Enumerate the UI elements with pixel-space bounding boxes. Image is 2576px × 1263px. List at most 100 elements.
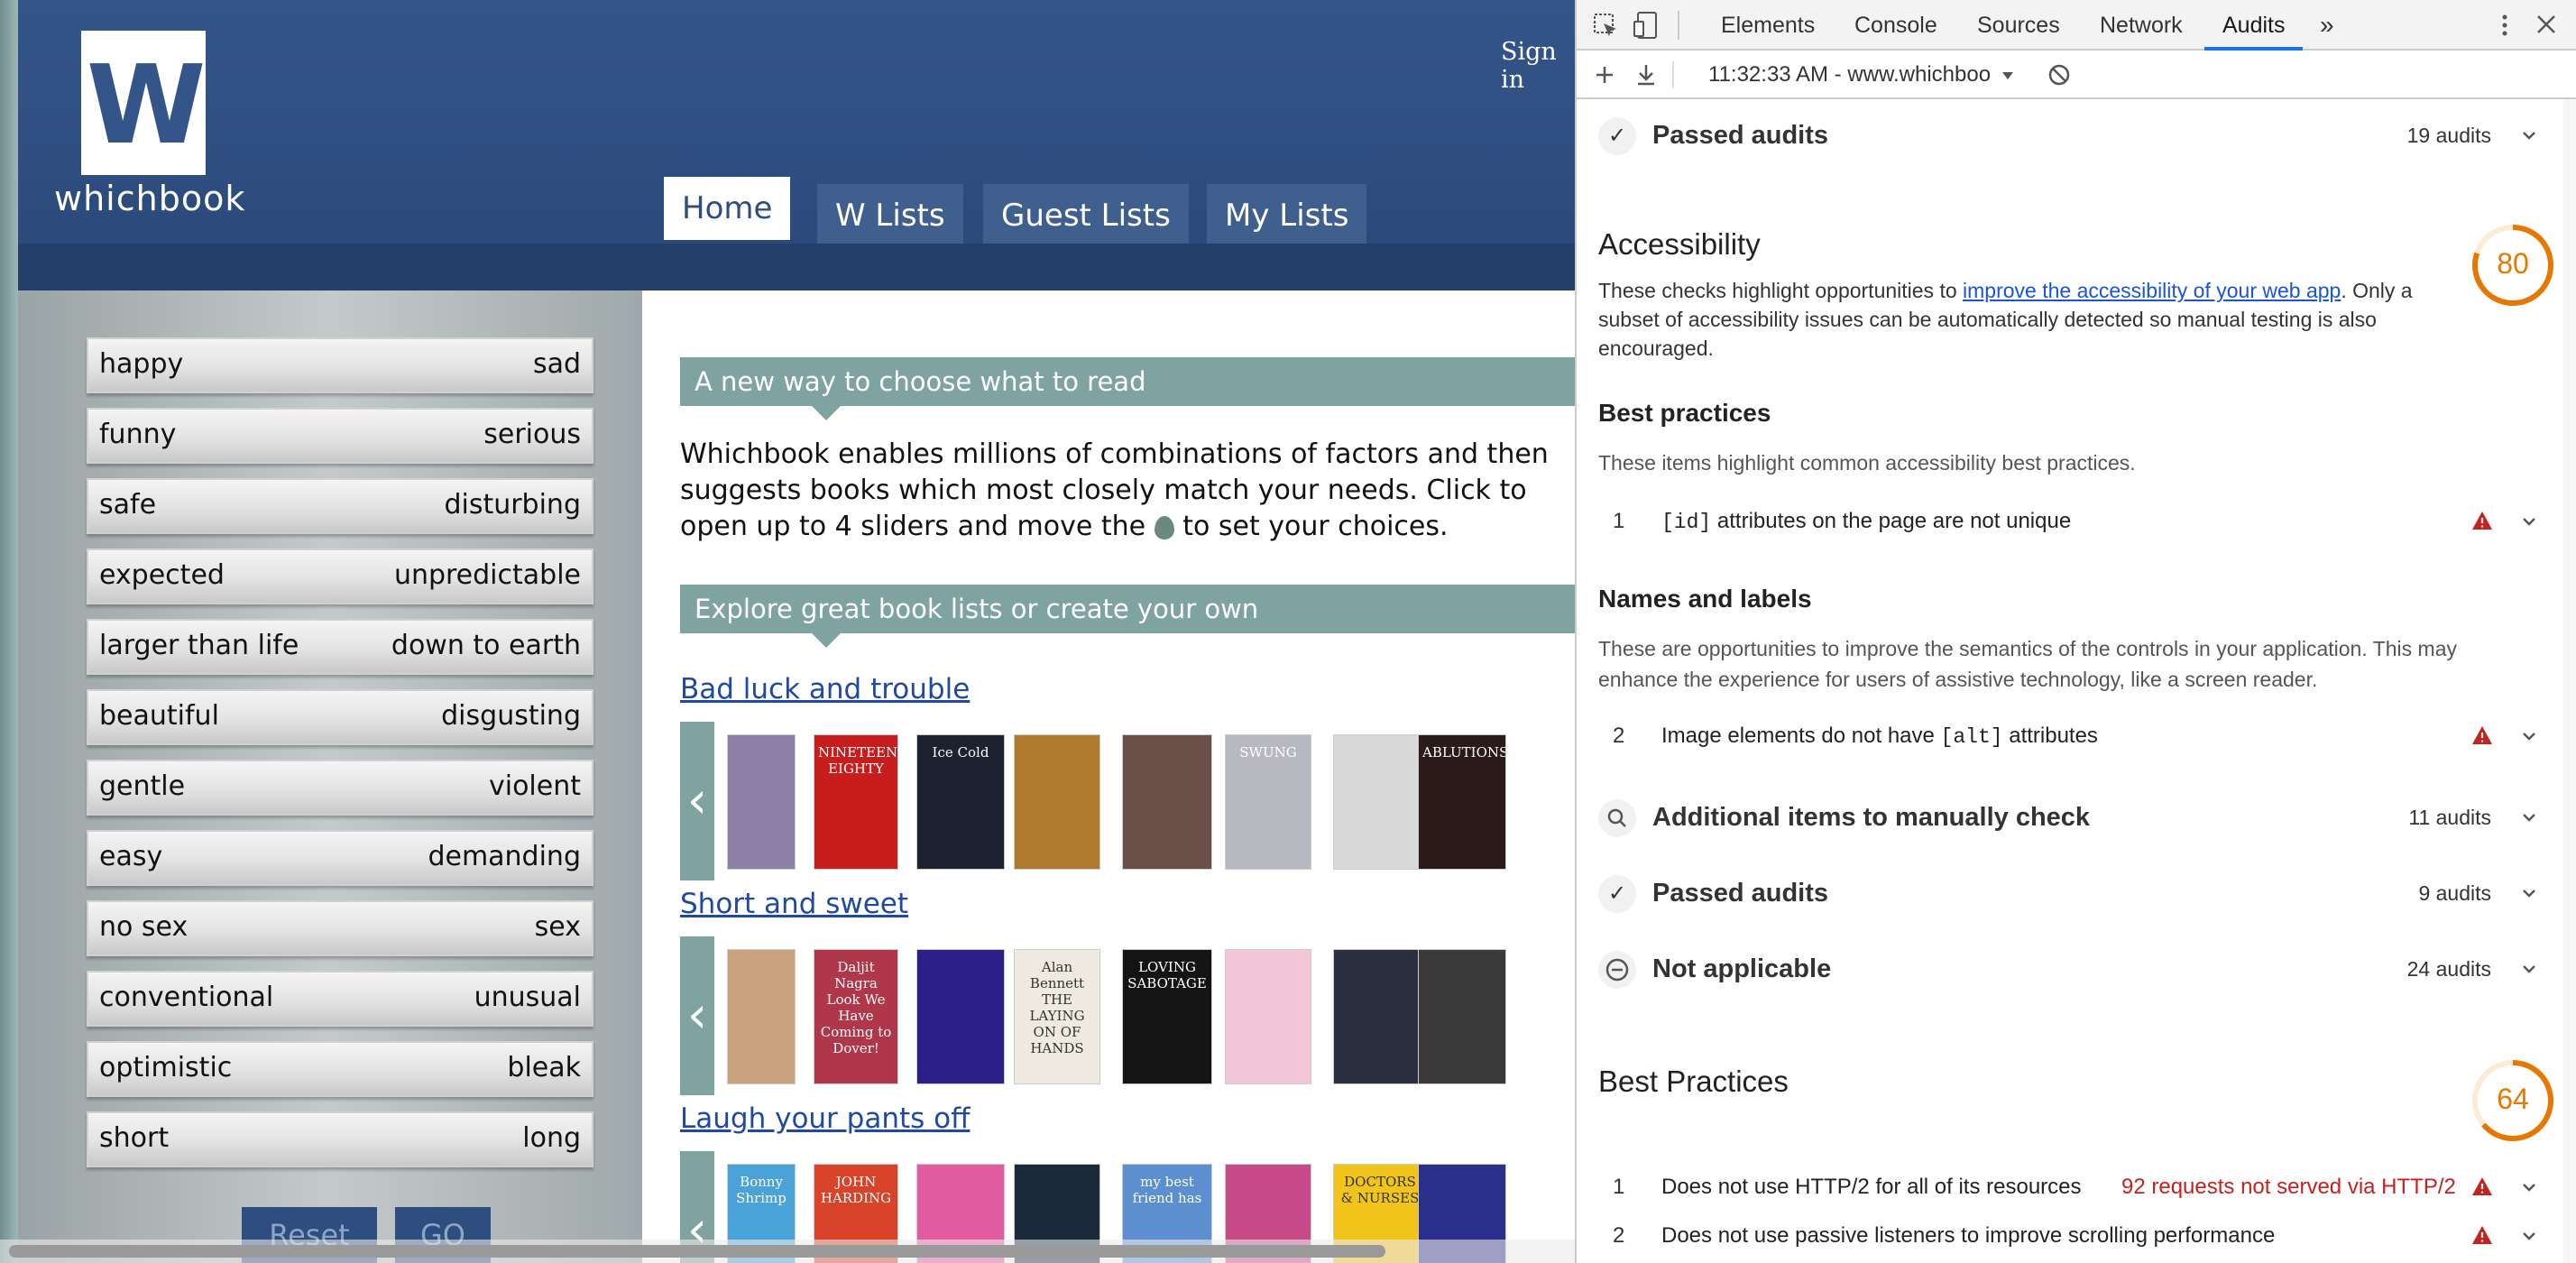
passed-audits-group[interactable]: ✓ Passed audits 19 audits bbox=[1598, 99, 2554, 171]
slider-row[interactable]: expected unpredictable bbox=[87, 549, 593, 604]
audit-id-unique[interactable]: 1 [id] attributes on the page are not un… bbox=[1598, 496, 2554, 547]
tab-audits[interactable]: Audits bbox=[2204, 0, 2304, 51]
slider-right-label: violent bbox=[488, 770, 581, 802]
slider-row[interactable]: happy sad bbox=[87, 337, 593, 393]
slider-left-label: funny bbox=[99, 419, 177, 450]
book-cover[interactable] bbox=[1225, 949, 1311, 1084]
book-cover[interactable] bbox=[1014, 734, 1100, 870]
checkmark-icon: ✓ bbox=[1598, 117, 1636, 155]
book-cover[interactable]: LOVING SABOTAGE bbox=[1122, 949, 1212, 1084]
passed-audits-group-2[interactable]: ✓ Passed audits 9 audits bbox=[1598, 857, 2554, 929]
book-cover[interactable] bbox=[916, 949, 1005, 1084]
book-cover[interactable] bbox=[1333, 949, 1427, 1084]
kebab-menu-icon[interactable] bbox=[2489, 11, 2520, 40]
book-cover[interactable]: SWUNG bbox=[1225, 734, 1311, 870]
intro-text: Whichbook enables millions of combinatio… bbox=[680, 437, 1564, 545]
chevron-down-icon[interactable] bbox=[2520, 1178, 2538, 1196]
book-list-title[interactable]: Laugh your pants off bbox=[680, 1102, 970, 1135]
tab-divider bbox=[1678, 11, 1679, 40]
nav-tab-my-lists[interactable]: My Lists bbox=[1207, 184, 1367, 247]
not-applicable-group[interactable]: Not applicable 24 audits bbox=[1598, 933, 2554, 1005]
book-cover[interactable] bbox=[727, 949, 796, 1084]
best-practices-title: Best Practices bbox=[1598, 1065, 1789, 1098]
manual-check-group[interactable]: Additional items to manually check 11 au… bbox=[1598, 781, 2554, 853]
chevron-down-icon[interactable] bbox=[2520, 960, 2538, 978]
carousel-prev-arrow-icon[interactable]: ‹ bbox=[680, 722, 714, 880]
slider-left-label: easy bbox=[99, 841, 163, 872]
book-cover[interactable] bbox=[1122, 734, 1212, 870]
group-count: 19 audits bbox=[2406, 124, 2491, 147]
book-list-title[interactable]: Bad luck and trouble bbox=[680, 673, 970, 705]
slider-row[interactable]: conventional unusual bbox=[87, 971, 593, 1027]
more-tabs-button[interactable]: » bbox=[2320, 0, 2334, 51]
book-cover[interactable] bbox=[727, 734, 796, 870]
book-list-title[interactable]: Short and sweet bbox=[680, 888, 908, 920]
slider-row[interactable]: safe disturbing bbox=[87, 478, 593, 534]
audit-title: Does not use passive listeners to improv… bbox=[1661, 1223, 2276, 1248]
slider-row[interactable]: larger than life down to earth bbox=[87, 619, 593, 675]
chevron-down-icon[interactable] bbox=[2520, 808, 2538, 826]
slider-row[interactable]: gentle violent bbox=[87, 760, 593, 816]
audit-image-alt[interactable]: 2 Image elements do not have [alt] attri… bbox=[1598, 711, 2554, 761]
slider-row[interactable]: short long bbox=[87, 1111, 593, 1167]
download-icon[interactable] bbox=[1631, 60, 1661, 89]
group-title: Not applicable bbox=[1652, 954, 1832, 983]
slider-left-label: gentle bbox=[99, 770, 186, 802]
tab-network[interactable]: Network bbox=[2100, 0, 2183, 51]
accessibility-link[interactable]: improve the accessibility of your web ap… bbox=[1963, 279, 2341, 302]
slider-row[interactable]: funny serious bbox=[87, 408, 593, 464]
slider-row[interactable]: optimistic bleak bbox=[87, 1041, 593, 1097]
warning-icon bbox=[2472, 1226, 2492, 1244]
close-icon[interactable] bbox=[2531, 11, 2562, 40]
horizontal-scrollbar-thumb[interactable] bbox=[9, 1245, 1385, 1258]
nav-tab-home[interactable]: Home bbox=[664, 177, 791, 240]
plus-icon[interactable] bbox=[1589, 60, 1620, 89]
best-practices-description: These items highlight common accessibili… bbox=[1598, 451, 2136, 475]
tab-sources[interactable]: Sources bbox=[1977, 0, 2060, 51]
book-cover[interactable] bbox=[1333, 734, 1427, 870]
tab-elements[interactable]: Elements bbox=[1721, 0, 1815, 51]
book-cover[interactable]: Alan Bennett THE LAYING ON OF HANDS bbox=[1014, 949, 1100, 1084]
chevron-down-icon[interactable] bbox=[2520, 884, 2538, 902]
intro-heading: A new way to choose what to read bbox=[680, 357, 1575, 420]
chevron-down-icon[interactable] bbox=[2520, 126, 2538, 144]
dropdown-arrow-icon[interactable] bbox=[1999, 60, 2017, 89]
audit-number: 1 bbox=[1613, 509, 1625, 533]
book-cover[interactable]: Ice Cold bbox=[916, 734, 1005, 870]
audit-report: ✓ Passed audits 19 audits Accessibility … bbox=[1577, 99, 2576, 1263]
page-edge bbox=[0, 0, 18, 1263]
devtools-scrollbar[interactable] bbox=[2563, 99, 2576, 1263]
warning-icon bbox=[2472, 1177, 2492, 1195]
inspect-element-icon[interactable] bbox=[1591, 11, 1622, 40]
slider-right-label: down to earth bbox=[391, 630, 581, 661]
audit-http2[interactable]: 1 Does not use HTTP/2 for all of its res… bbox=[1598, 1162, 2554, 1212]
slider-row[interactable]: easy demanding bbox=[87, 830, 593, 886]
audit-passive-listeners[interactable]: 2 Does not use passive listeners to impr… bbox=[1598, 1211, 2554, 1261]
slider-right-label: demanding bbox=[428, 841, 581, 872]
clear-icon[interactable] bbox=[2044, 60, 2075, 89]
book-carousel: ‹ NINETEEN EIGHTY Ice Cold SWUNG ABLUTIONS bbox=[680, 722, 1575, 880]
chevron-down-icon[interactable] bbox=[2520, 512, 2538, 530]
audit-detail: 92 requests not served via HTTP/2 bbox=[2121, 1175, 2456, 1199]
chevron-down-icon[interactable] bbox=[2520, 727, 2538, 745]
group-title: Passed audits bbox=[1652, 121, 1829, 150]
book-cover[interactable]: ABLUTIONS bbox=[1418, 734, 1506, 870]
slider-row[interactable]: no sex sex bbox=[87, 900, 593, 956]
report-selector[interactable]: 11:32:33 AM - www.whichboo bbox=[1708, 51, 1991, 99]
book-cover[interactable]: NINETEEN EIGHTY bbox=[814, 734, 898, 870]
nav-tab-guest-lists[interactable]: Guest Lists bbox=[983, 184, 1189, 247]
book-cover[interactable] bbox=[1418, 949, 1506, 1084]
carousel-prev-arrow-icon[interactable]: ‹ bbox=[680, 936, 714, 1095]
nav-tab-w-lists[interactable]: W Lists bbox=[817, 184, 963, 247]
audit-text: attributes on the page are not unique bbox=[1711, 509, 2072, 533]
audit-code: [alt] bbox=[1940, 725, 2003, 749]
slider-row[interactable]: beautiful disgusting bbox=[87, 689, 593, 745]
tab-console[interactable]: Console bbox=[1854, 0, 1937, 51]
book-cover[interactable]: Daljit Nagra Look We Have Coming to Dove… bbox=[814, 949, 898, 1084]
description-text: These checks highlight opportunities to bbox=[1598, 279, 1964, 302]
sign-in-link[interactable]: Sign in bbox=[1501, 38, 1575, 94]
slider-right-label: serious bbox=[483, 419, 581, 450]
chevron-down-icon[interactable] bbox=[2520, 1227, 2538, 1245]
device-toolbar-icon[interactable] bbox=[1633, 11, 1663, 40]
logo[interactable]: W bbox=[81, 31, 206, 175]
